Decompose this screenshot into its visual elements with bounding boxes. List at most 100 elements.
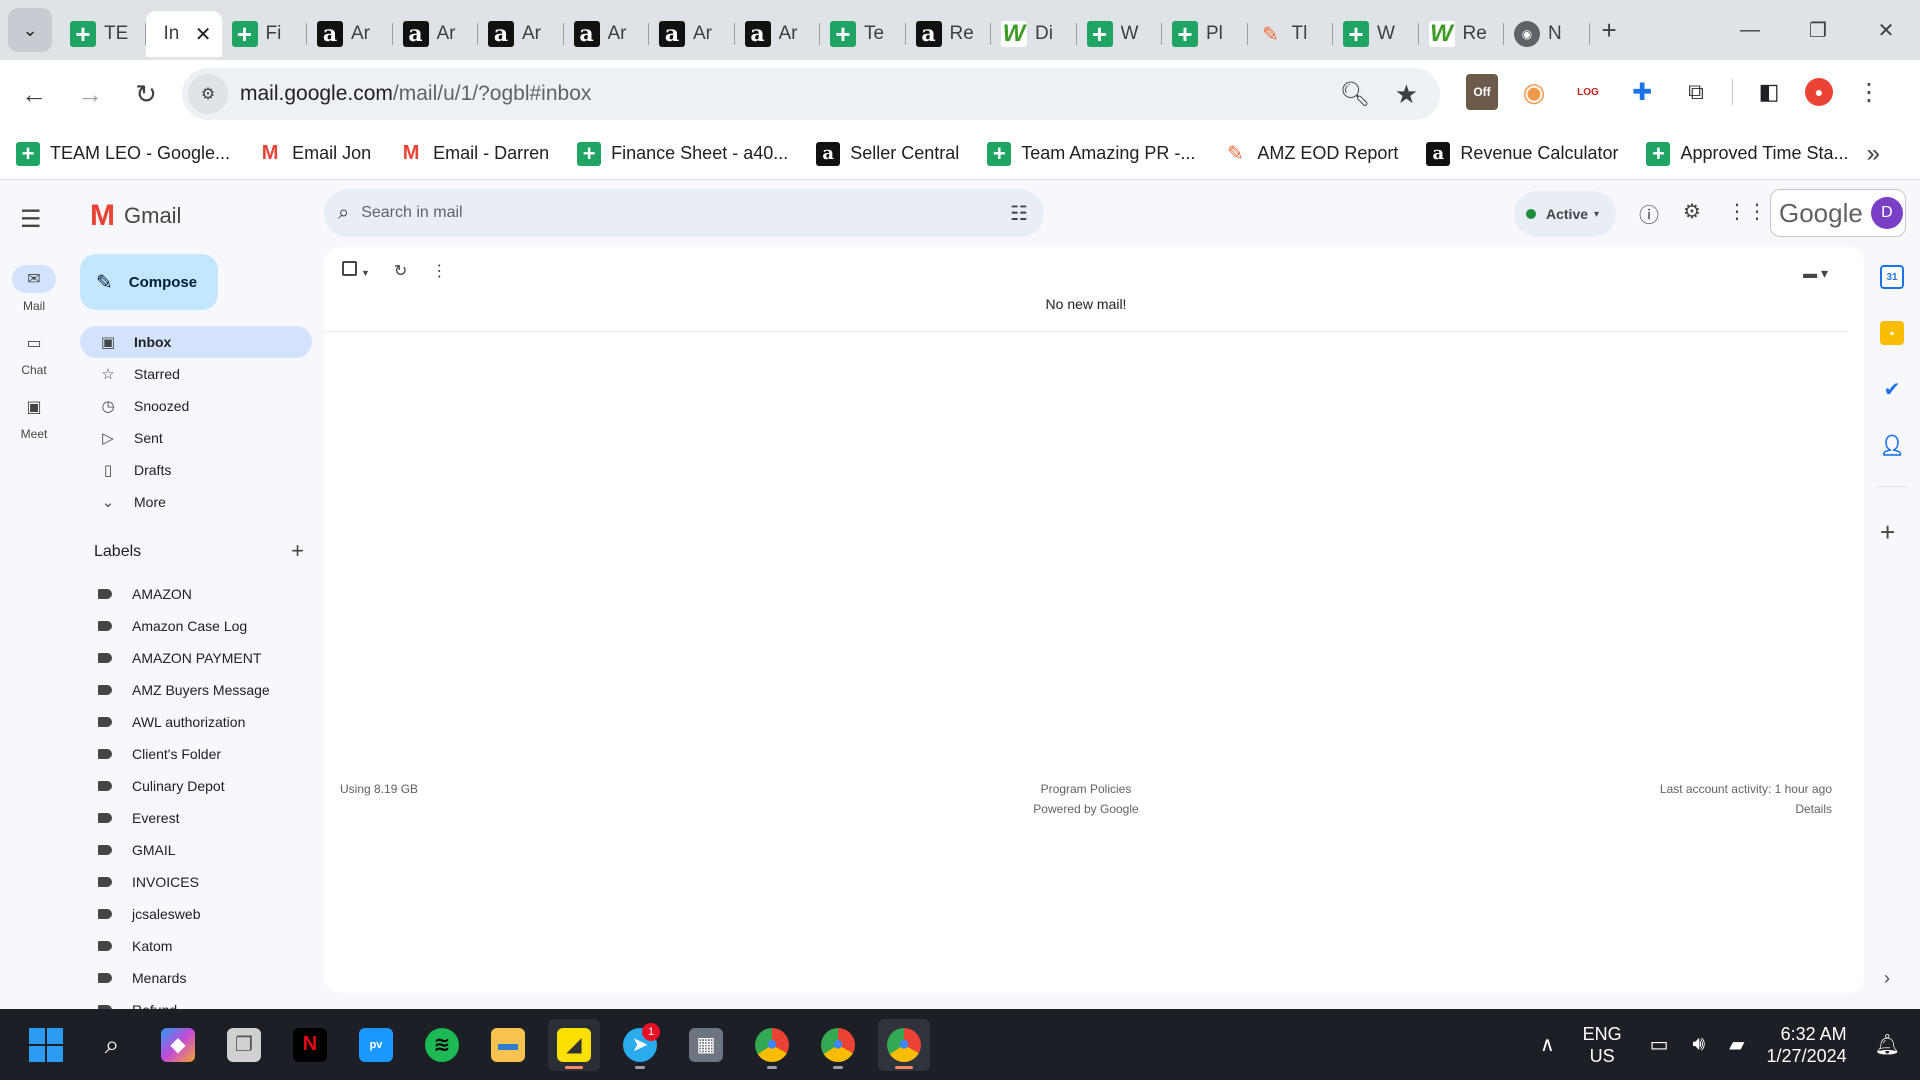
bookmark-star-icon[interactable]: ★ <box>1395 79 1418 110</box>
label-item[interactable]: Refund <box>80 994 312 1009</box>
extension-off-icon[interactable]: Off <box>1466 74 1498 110</box>
address-bar[interactable]: ⚙ mail.google.com/mail/u/1/?ogbl#inbox 🔍… <box>182 68 1440 120</box>
browser-tab[interactable]: ✎ Tl <box>1248 11 1333 57</box>
file-explorer-app[interactable]: ▬ <box>482 1019 534 1071</box>
close-window-button[interactable]: ✕ <box>1852 0 1920 60</box>
label-item[interactable]: Menards <box>80 962 312 994</box>
spotify-app[interactable]: ≋ <box>416 1019 468 1071</box>
bookmark-item[interactable]: ✎ AMZ EOD Report <box>1223 142 1398 166</box>
label-item[interactable]: Katom <box>80 930 312 962</box>
add-label-button[interactable]: + <box>291 540 304 562</box>
compose-button[interactable]: ✎ Compose <box>80 254 218 310</box>
chevron-right-icon[interactable]: › <box>1884 968 1890 989</box>
sticky-notes-app[interactable]: ◢ <box>548 1018 600 1071</box>
browser-tab[interactable]: + W <box>1077 11 1162 57</box>
bookmarks-overflow-icon[interactable]: » <box>1867 140 1880 168</box>
label-item[interactable]: AMAZON <box>80 578 312 610</box>
contacts-icon[interactable]: 👤︎ <box>1879 433 1904 457</box>
restore-button[interactable]: ❐ <box>1784 0 1852 60</box>
battery-icon[interactable]: ▰ <box>1729 1032 1744 1057</box>
details-link[interactable]: Details <box>1660 799 1832 819</box>
search-icon[interactable]: ⌕ <box>338 202 349 225</box>
label-item[interactable]: Culinary Depot <box>80 770 312 802</box>
folder-item-sent[interactable]: ▷ Sent <box>80 422 312 454</box>
browser-tab[interactable]: + Pl <box>1162 11 1248 57</box>
browser-tab[interactable]: a Ar <box>393 11 478 57</box>
tab-search-button[interactable]: ⌄ <box>8 8 52 52</box>
close-tab-icon[interactable]: ✕ <box>195 22 212 47</box>
bookmark-item[interactable]: + Team Amazing PR -... <box>987 141 1195 166</box>
minimize-button[interactable]: — <box>1716 0 1784 60</box>
show-hidden-icons-chevron[interactable]: ∧ <box>1540 1032 1555 1057</box>
apps-grid-icon[interactable]: ⋮⋮ <box>1727 199 1767 224</box>
rail-chat[interactable]: ▭ Chat <box>0 329 68 377</box>
chrome-app-3[interactable]: ● <box>878 1018 930 1071</box>
browser-tab[interactable]: a Ar <box>735 11 820 57</box>
label-item[interactable]: AMAZON PAYMENT <box>80 642 312 674</box>
side-panel-icon[interactable]: ◧ <box>1751 74 1787 110</box>
calculator-app[interactable]: ▦ <box>680 1019 732 1071</box>
browser-tab[interactable]: a Ar <box>307 11 393 57</box>
settings-gear-icon[interactable]: ⚙ <box>1683 199 1701 224</box>
browser-tab[interactable]: + TE <box>60 11 146 57</box>
label-item[interactable]: INVOICES <box>80 866 312 898</box>
chrome-app-1[interactable]: ● <box>746 1019 798 1071</box>
browser-tab[interactable]: + Fi <box>222 11 307 57</box>
browser-tab[interactable]: a Ar <box>478 11 564 57</box>
zoom-icon[interactable]: 🔍︎ <box>1340 80 1370 109</box>
browser-tab[interactable]: W Re <box>1419 11 1504 57</box>
network-icon[interactable]: ▭ <box>1650 1032 1669 1057</box>
select-checkbox[interactable]: ▼ <box>342 261 370 281</box>
label-item[interactable]: GMAIL <box>80 834 312 866</box>
clock[interactable]: 6:32 AM 1/27/2024 <box>1767 1023 1847 1067</box>
copilot-app[interactable]: ◆ <box>152 1019 204 1071</box>
extension-blue-icon[interactable]: ✚ <box>1624 74 1660 110</box>
telegram-app[interactable]: ➤ 1 <box>614 1019 666 1071</box>
forward-button[interactable]: → <box>68 72 112 116</box>
rail-meet[interactable]: ▣ Meet <box>0 393 68 441</box>
volume-icon[interactable]: 🔊︎ <box>1693 1033 1706 1056</box>
more-options-icon[interactable]: ⋮ <box>431 261 447 281</box>
browser-tab[interactable]: a Ar <box>649 11 735 57</box>
browser-tab[interactable]: a Ar <box>564 11 649 57</box>
reload-button[interactable]: ↻ <box>124 72 168 116</box>
main-menu-icon[interactable]: ☰ <box>20 205 42 234</box>
netflix-app[interactable]: N <box>284 1019 336 1071</box>
profile-avatar-icon[interactable]: ● <box>1805 78 1833 106</box>
browser-tab[interactable]: a Re <box>906 11 991 57</box>
folder-item-drafts[interactable]: ▯ Drafts <box>80 454 312 486</box>
gmail-logo[interactable]: M Gmail <box>90 199 181 233</box>
program-policies-link[interactable]: Program Policies <box>324 779 1848 799</box>
bookmark-item[interactable]: a Revenue Calculator <box>1426 141 1618 166</box>
bookmark-item[interactable]: + Finance Sheet - a40... <box>577 141 788 166</box>
bookmark-item[interactable]: M Email - Darren <box>399 142 549 166</box>
input-tools-icon[interactable]: ▬ ▾ <box>1803 265 1828 282</box>
get-addons-plus-icon[interactable]: + <box>1880 517 1895 548</box>
label-item[interactable]: Client's Folder <box>80 738 312 770</box>
search-options-icon[interactable]: ☷ <box>1010 201 1028 226</box>
folder-item-starred[interactable]: ☆ Starred <box>80 358 312 390</box>
label-item[interactable]: AMZ Buyers Message <box>80 674 312 706</box>
bookmark-item[interactable]: + TEAM LEO - Google... <box>16 141 230 166</box>
back-button[interactable]: ← <box>12 72 56 116</box>
search-input[interactable] <box>361 204 962 222</box>
bookmark-item[interactable]: M Email Jon <box>258 142 371 166</box>
task-view-app[interactable]: ❐ <box>218 1019 270 1071</box>
status-selector[interactable]: Active ▾ <box>1514 191 1616 237</box>
keep-icon[interactable]: ▪ <box>1880 321 1904 345</box>
browser-tab[interactable]: + Te <box>820 11 906 57</box>
extensions-puzzle-icon[interactable]: ⧉ <box>1678 74 1714 110</box>
url-text[interactable]: mail.google.com/mail/u/1/?ogbl#inbox <box>240 82 591 106</box>
extension-login-icon[interactable]: LOG <box>1570 74 1606 110</box>
chrome-app-2[interactable]: ● <box>812 1019 864 1071</box>
refresh-button[interactable]: ↻ <box>394 261 407 281</box>
calendar-icon[interactable]: 31 <box>1880 265 1904 289</box>
folder-item-inbox[interactable]: ▣ Inbox <box>80 326 312 358</box>
help-icon[interactable]: ⓘ <box>1639 199 1659 228</box>
bookmark-item[interactable]: a Seller Central <box>816 141 959 166</box>
chrome-menu-icon[interactable]: ⋮ <box>1851 74 1887 110</box>
start-button[interactable] <box>20 1019 72 1071</box>
browser-tab[interactable]: W Di <box>991 11 1077 57</box>
site-info-button[interactable]: ⚙ <box>188 74 228 114</box>
label-item[interactable]: jcsalesweb <box>80 898 312 930</box>
